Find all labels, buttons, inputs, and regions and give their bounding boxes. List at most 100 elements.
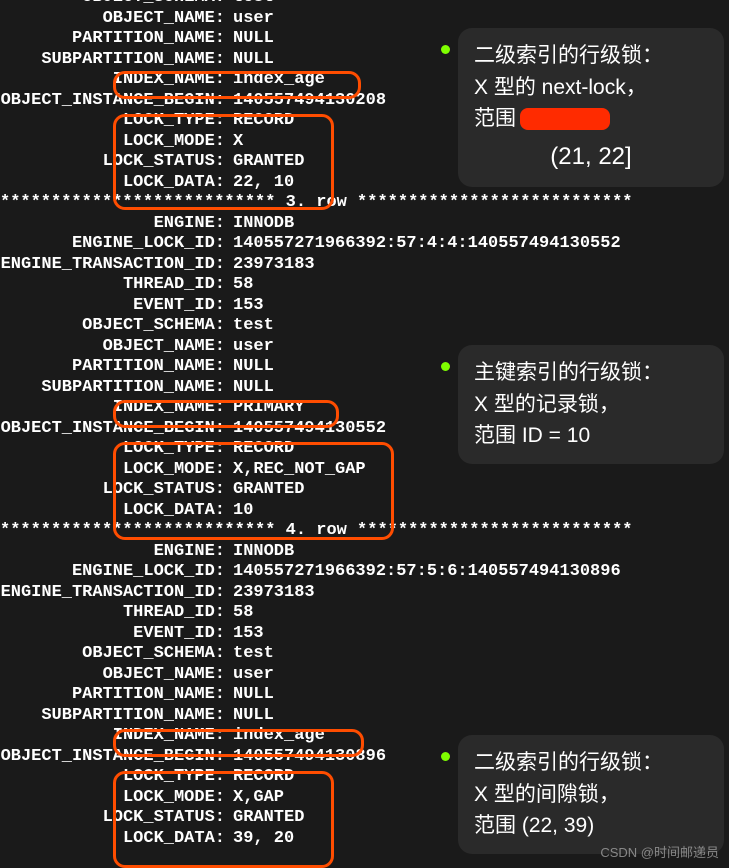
field-label: OBJECT_NAME: [0,665,225,686]
field-value: X,GAP [225,788,284,809]
terminal-row: THREAD_ID:58 [0,603,253,624]
note-text: 主键索引的行级锁： [474,357,708,389]
field-label: LOCK_MODE: [0,788,225,809]
terminal-row: OBJECT_INSTANCE_BEGIN:140557494130896 [0,747,386,768]
field-value: 23973183 [225,583,315,604]
terminal-row: ENGINE:INNODB [0,542,294,563]
field-value: RECORD [225,111,294,132]
field-value: X,REC_NOT_GAP [225,460,366,481]
terminal-row: *************************** 4. row *****… [0,521,729,542]
field-label: ENGINE_TRANSACTION_ID: [0,583,225,604]
field-value: index_age [225,726,325,747]
field-label: LOCK_STATUS: [0,480,225,501]
annotation-note-2: 主键索引的行级锁： X 型的记录锁， 范围 ID = 10 [458,345,724,464]
field-label: THREAD_ID: [0,603,225,624]
note-text: X 型的 next-lock， [474,72,708,104]
field-label: ENGINE_LOCK_ID: [0,234,225,255]
field-value: 140557494130208 [225,91,386,112]
field-label: LOCK_MODE: [0,460,225,481]
field-value: INNODB [225,542,294,563]
field-label: PARTITION_NAME: [0,357,225,378]
field-value: GRANTED [225,808,304,829]
field-label: OBJECT_NAME: [0,337,225,358]
terminal-row: LOCK_MODE:X,REC_NOT_GAP [0,460,366,481]
note-text: 范围 [474,103,708,135]
note-text: 范围 (22, 39) [474,810,708,842]
terminal-row: LOCK_TYPE:RECORD [0,439,294,460]
field-value: NULL [225,706,274,727]
field-label: LOCK_TYPE: [0,767,225,788]
field-value: 153 [225,296,264,317]
bullet-icon [441,362,450,371]
field-label: ENGINE: [0,542,225,563]
field-value: 153 [225,624,264,645]
terminal-row: SUBPARTITION_NAME:NULL [0,50,274,71]
field-value: PRIMARY [225,398,304,419]
field-value: NULL [225,685,274,706]
field-value: INNODB [225,214,294,235]
terminal-row: PARTITION_NAME:NULL [0,357,274,378]
terminal-row: OBJECT_INSTANCE_BEGIN:140557494130552 [0,419,386,440]
field-value: NULL [225,29,274,50]
field-value: 140557494130896 [225,747,386,768]
field-label: OBJECT_INSTANCE_BEGIN: [0,91,225,112]
terminal-row: ENGINE_TRANSACTION_ID:23973183 [0,583,315,604]
field-label: SUBPARTITION_NAME: [0,706,225,727]
field-value: NULL [225,357,274,378]
field-label: EVENT_ID: [0,296,225,317]
terminal-row: SUBPARTITION_NAME:NULL [0,378,274,399]
field-value: 140557271966392:57:5:6:140557494130896 [225,562,621,583]
terminal-row: SUBPARTITION_NAME:NULL [0,706,274,727]
terminal-row: LOCK_MODE:X [0,132,243,153]
field-label: LOCK_MODE: [0,132,225,153]
field-label: LOCK_TYPE: [0,439,225,460]
terminal-row: OBJECT_SCHEMA:test [0,0,274,9]
terminal-row: OBJECT_INSTANCE_BEGIN:140557494130208 [0,91,386,112]
field-value: 22, 10 [225,173,294,194]
terminal-row: LOCK_DATA:22, 10 [0,173,294,194]
terminal-row: LOCK_DATA:39, 20 [0,829,294,850]
field-label: OBJECT_SCHEMA: [0,316,225,337]
field-value: RECORD [225,767,294,788]
field-label: ENGINE_TRANSACTION_ID: [0,255,225,276]
field-value: user [225,337,274,358]
terminal-row: LOCK_STATUS:GRANTED [0,480,304,501]
terminal-row: *************************** 3. row *****… [0,193,729,214]
terminal-row: OBJECT_NAME:user [0,337,274,358]
terminal-row: ENGINE:INNODB [0,214,294,235]
field-label: OBJECT_SCHEMA: [0,644,225,665]
terminal-row: PARTITION_NAME:NULL [0,29,274,50]
terminal-row: LOCK_MODE:X,GAP [0,788,284,809]
terminal-row: OBJECT_SCHEMA:test [0,644,274,665]
field-label: ENGINE_LOCK_ID: [0,562,225,583]
field-label: INDEX_NAME: [0,70,225,91]
watermark-text: CSDN @时间邮递员 [600,842,719,861]
field-label: LOCK_DATA: [0,173,225,194]
field-label: OBJECT_SCHEMA: [0,0,225,9]
note-text: 二级索引的行级锁： [474,40,708,72]
field-value: 58 [225,603,253,624]
terminal-row: PARTITION_NAME:NULL [0,685,274,706]
bullet-icon [441,45,450,54]
field-label: OBJECT_INSTANCE_BEGIN: [0,419,225,440]
field-value: 58 [225,275,253,296]
annotation-note-3: 二级索引的行级锁： X 型的间隙锁， 范围 (22, 39) [458,735,724,854]
field-label: SUBPARTITION_NAME: [0,50,225,71]
field-label: PARTITION_NAME: [0,685,225,706]
note-text: 范围 ID = 10 [474,420,708,452]
note-text: X 型的间隙锁， [474,779,708,811]
field-label: SUBPARTITION_NAME: [0,378,225,399]
field-label: EVENT_ID: [0,624,225,645]
terminal-row: ENGINE_LOCK_ID:140557271966392:57:5:6:14… [0,562,621,583]
terminal-row: LOCK_STATUS:GRANTED [0,808,304,829]
field-value: index_age [225,70,325,91]
terminal-row: INDEX_NAME:index_age [0,70,325,91]
field-label: OBJECT_NAME: [0,9,225,30]
field-value: NULL [225,50,274,71]
field-value: NULL [225,378,274,399]
terminal-row: LOCK_TYPE:RECORD [0,767,294,788]
field-value: RECORD [225,439,294,460]
field-value: 140557494130552 [225,419,386,440]
field-label: PARTITION_NAME: [0,29,225,50]
terminal-row: ENGINE_TRANSACTION_ID:23973183 [0,255,315,276]
